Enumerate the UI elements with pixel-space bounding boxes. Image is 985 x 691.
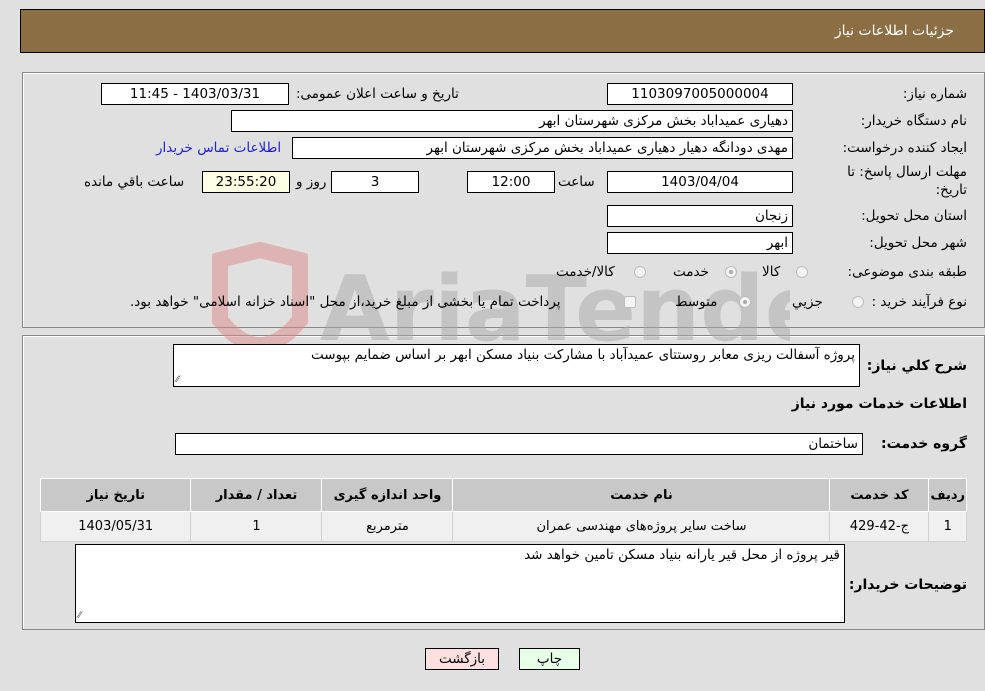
buyer-notes-text: قیر پروژه از محل قیر یارانه بنیاد مسکن ت… — [524, 547, 840, 563]
table-header-row: ردیف کد خدمت نام خدمت واحد اندازه گیری ت… — [39, 478, 967, 512]
buyer-notes-label: توضیحات خریدار: — [848, 577, 967, 593]
category-option-goods: کالا — [762, 264, 781, 280]
time-remaining-label: ساعت باقي مانده — [84, 174, 185, 190]
cell-need-date: 1403/05/31 — [39, 511, 192, 542]
announce-datetime-label: تاریخ و ساعت اعلان عمومی: — [296, 86, 459, 102]
treasury-checkbox[interactable] — [624, 296, 636, 308]
category-radio-goods-service[interactable] — [634, 266, 646, 278]
time-remaining-field: 23:55:20 — [202, 171, 290, 193]
deadline-time-label: ساعت — [558, 174, 595, 190]
announce-datetime-field: 1403/03/31 - 11:45 — [101, 83, 289, 105]
city-field: ابهر — [607, 232, 793, 254]
requester-field: مهدی دودانگه دهیار دهیاری عمیداباد بخش م… — [292, 137, 793, 159]
days-remaining-field: 3 — [331, 171, 419, 193]
services-section-title: اطلاعات خدمات مورد نیاز — [791, 396, 967, 412]
cell-service-code: ج-42-429 — [829, 511, 930, 542]
process-radio-minor[interactable] — [852, 296, 864, 308]
cell-service-name: ساخت سایر پروژه‌های مهندسی عمران — [452, 511, 831, 542]
services-table: ردیف کد خدمت نام خدمت واحد اندازه گیری ت… — [39, 478, 967, 542]
page-header: جزئیات اطلاعات نیاز — [20, 9, 985, 53]
cell-row-number: 1 — [928, 511, 967, 542]
description-textarea[interactable]: پروژه آسفالت ریزی معابر روستتای عمیدآباد… — [173, 344, 860, 387]
table-row: 1 ج-42-429 ساخت سایر پروژه‌های مهندسی عم… — [39, 511, 967, 542]
page-title: جزئیات اطلاعات نیاز — [834, 23, 954, 39]
requester-label: ایجاد کننده درخواست: — [842, 140, 967, 156]
resize-grip-icon[interactable]: ⁄⁄ — [176, 375, 179, 385]
process-option-medium: متوسط — [675, 294, 718, 310]
deadline-date-field: 1403/04/04 — [607, 171, 793, 193]
buyer-org-label: نام دستگاه خریدار: — [860, 113, 967, 129]
need-number-field: 1103097005000004 — [607, 83, 793, 105]
category-option-service: خدمت — [673, 264, 709, 280]
category-radio-service[interactable] — [725, 266, 737, 278]
description-text: پروژه آسفالت ریزی معابر روستتای عمیدآباد… — [311, 347, 855, 363]
deadline-label-line2: تاریخ: — [935, 182, 967, 198]
category-label: طبقه بندی موضوعی: — [847, 264, 967, 280]
col-header-service-code: کد خدمت — [829, 478, 930, 512]
days-label: روز و — [296, 174, 327, 190]
process-radio-medium[interactable] — [739, 296, 751, 308]
deadline-label: مهلت ارسال پاسخ: تا — [847, 164, 967, 180]
deadline-time-field: 12:00 — [467, 171, 555, 193]
category-radio-goods[interactable] — [796, 266, 808, 278]
category-option-goods-service: کالا/خدمت — [556, 264, 615, 280]
process-option-minor: جزيي — [792, 294, 823, 310]
province-field: زنجان — [607, 205, 793, 227]
buyer-org-field: دهیاری عمیداباد بخش مرکزی شهرستان ابهر — [231, 110, 793, 132]
purchase-process-label: نوع فرآیند خرید : — [871, 294, 967, 310]
col-header-service-name: نام خدمت — [452, 478, 831, 512]
col-header-quantity: تعداد / مقدار — [190, 478, 323, 512]
buyer-contact-link[interactable]: اطلاعات تماس خریدار — [156, 140, 281, 156]
province-label: استان محل تحویل: — [861, 208, 967, 224]
col-header-unit: واحد اندازه گیری — [321, 478, 454, 512]
treasury-note: پرداخت تمام یا بخشی از مبلغ خرید،از محل … — [130, 294, 561, 310]
buyer-notes-textarea[interactable]: قیر پروژه از محل قیر یارانه بنیاد مسکن ت… — [75, 544, 845, 623]
cell-unit: مترمربع — [321, 511, 454, 542]
col-header-need-date: تاریخ نیاز — [39, 478, 192, 512]
back-button[interactable]: بازگشت — [425, 648, 499, 670]
service-group-label: گروه خدمت: — [881, 436, 967, 452]
resize-grip-icon[interactable]: ⁄⁄ — [78, 611, 81, 621]
print-button[interactable]: چاپ — [519, 648, 580, 670]
col-header-row-number: ردیف — [928, 478, 967, 512]
cell-quantity: 1 — [190, 511, 323, 542]
description-label: شرح کلي نیاز: — [866, 358, 967, 374]
need-number-label: شماره نیاز: — [902, 86, 967, 102]
service-group-field: ساختمان — [175, 433, 863, 455]
city-label: شهر محل تحویل: — [869, 235, 967, 251]
